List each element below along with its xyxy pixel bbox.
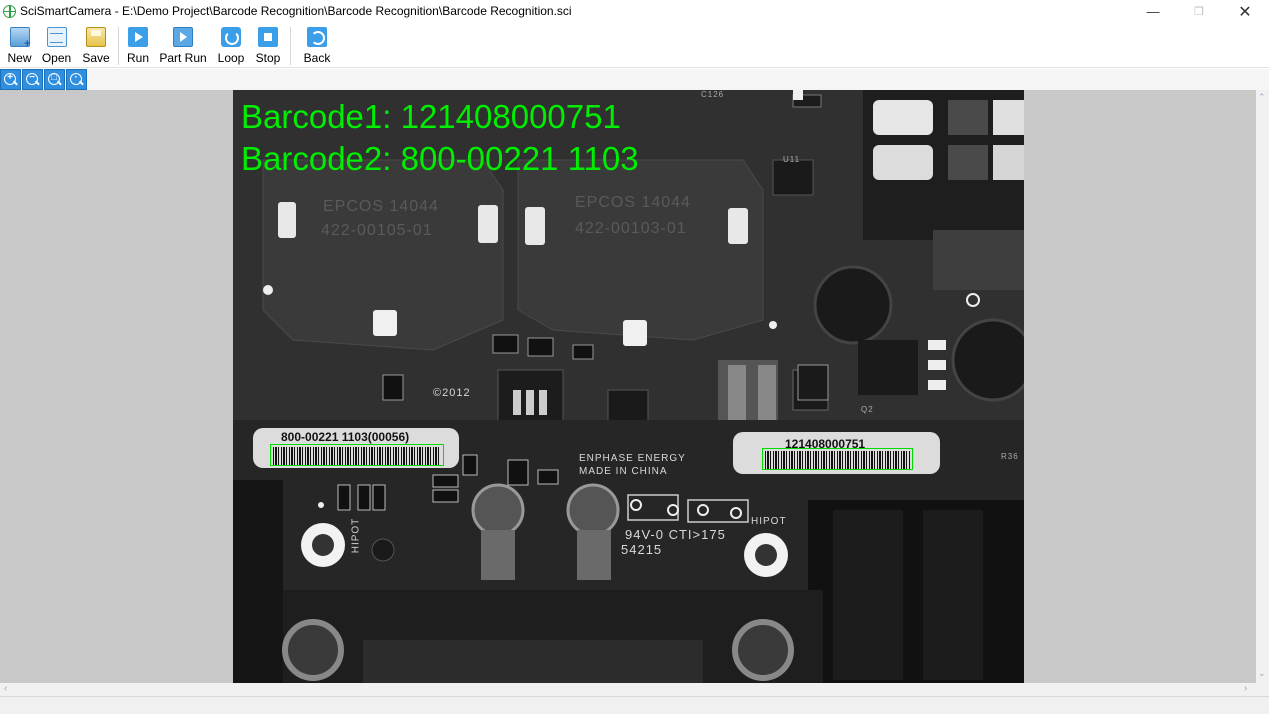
silk-epcos-left: EPCOS 14044	[323, 198, 439, 215]
scroll-down-icon[interactable]: ⌄	[1258, 668, 1266, 679]
stop-icon	[258, 27, 278, 47]
part-run-icon	[173, 27, 193, 47]
status-bar	[0, 696, 1269, 714]
zoom-out-icon: −	[29, 72, 35, 83]
zoom-out-button[interactable]: −	[22, 69, 43, 90]
zoom-fit-icon: □	[50, 72, 58, 83]
run-button[interactable]: Run	[125, 25, 151, 67]
loop-button-label: Loop	[217, 51, 245, 65]
silk-copyright: ©2012	[433, 387, 471, 399]
horizontal-scrollbar[interactable]: ‹ ›	[0, 683, 1256, 696]
back-button-label: Back	[303, 51, 331, 65]
zoom-in-button[interactable]: +	[0, 69, 21, 90]
barcode-roi-right	[762, 448, 913, 470]
silk-r36: R36	[1001, 452, 1019, 461]
silk-epcos-right: EPCOS 14044	[575, 194, 691, 211]
maximize-button[interactable]: ❐	[1176, 0, 1222, 23]
new-button-label: New	[7, 51, 32, 65]
toolbar-separator	[290, 27, 291, 65]
silk-hipot-right: HIPOT	[751, 516, 787, 527]
stop-button[interactable]: Stop	[254, 25, 282, 67]
new-file-icon	[9, 27, 31, 50]
image-workspace[interactable]: EPCOS 14044 422-00105-01 EPCOS 14044 422…	[0, 90, 1256, 683]
scroll-left-icon[interactable]: ‹	[4, 683, 7, 694]
minimize-button[interactable]: —	[1130, 0, 1176, 23]
back-icon	[307, 27, 327, 47]
app-logo-icon	[3, 5, 16, 18]
silk-cti: 94V-0 CTI>175	[625, 527, 726, 542]
scroll-right-icon[interactable]: ›	[1244, 683, 1247, 694]
save-button-label: Save	[82, 51, 110, 65]
silk-epcos-left-code: 422-00105-01	[321, 222, 433, 239]
vertical-scrollbar[interactable]: ⌃ ⌄	[1256, 90, 1269, 683]
stop-button-label: Stop	[255, 51, 281, 65]
run-button-label: Run	[126, 51, 149, 65]
barcode2-result-text: Barcode2: 800-00221 1103	[241, 140, 639, 177]
play-icon	[128, 27, 148, 47]
barcode-roi-left	[270, 444, 444, 466]
main-toolbar: New Open Save Run Part Run Loop Stop Bac…	[0, 23, 1269, 68]
silk-u11: U11	[783, 155, 801, 164]
open-button[interactable]: Open	[41, 25, 72, 67]
back-button[interactable]: Back	[301, 25, 333, 67]
save-button[interactable]: Save	[81, 25, 111, 67]
part-run-button-label: Part Run	[159, 51, 207, 65]
loop-icon	[221, 27, 241, 47]
silk-enphase: ENPHASE ENERGY	[579, 453, 686, 464]
window-title: SciSmartCamera - E:\Demo Project\Barcode…	[20, 4, 572, 18]
silk-c126: C126	[701, 90, 725, 99]
title-bar: SciSmartCamera - E:\Demo Project\Barcode…	[0, 0, 1269, 23]
silk-epcos-right-code: 422-00103-01	[575, 220, 687, 237]
barcode-label-left-text: 800-00221 1103(00056)	[281, 430, 410, 444]
new-button[interactable]: New	[6, 25, 33, 67]
barcode1-result-text: Barcode1: 121408000751	[241, 98, 621, 135]
silk-part-code: 54215	[621, 542, 663, 557]
close-button[interactable]: ✕	[1222, 0, 1268, 23]
camera-image[interactable]: EPCOS 14044 422-00105-01 EPCOS 14044 422…	[233, 90, 1024, 683]
silk-q2: Q2	[861, 405, 874, 414]
silk-made-in-china: MADE IN CHINA	[579, 466, 668, 477]
part-run-button[interactable]: Part Run	[158, 25, 208, 67]
zoom-in-icon: +	[7, 72, 13, 83]
zoom-toolbar: + − □ ·	[0, 69, 1269, 90]
zoom-fit-button[interactable]: □	[44, 69, 65, 90]
scroll-up-icon[interactable]: ⌃	[1258, 92, 1266, 103]
zoom-actual-icon: ·	[74, 72, 78, 83]
pcb-image-graphic	[233, 90, 1024, 683]
zoom-actual-button[interactable]: ·	[66, 69, 87, 90]
save-disk-icon	[86, 27, 106, 47]
toolbar-separator	[118, 27, 119, 65]
open-button-label: Open	[41, 51, 72, 65]
silk-hipot-left: HIPOT	[350, 517, 362, 554]
open-folder-icon	[46, 27, 67, 47]
loop-button[interactable]: Loop	[216, 25, 246, 67]
scrollbar-corner	[1256, 683, 1269, 696]
